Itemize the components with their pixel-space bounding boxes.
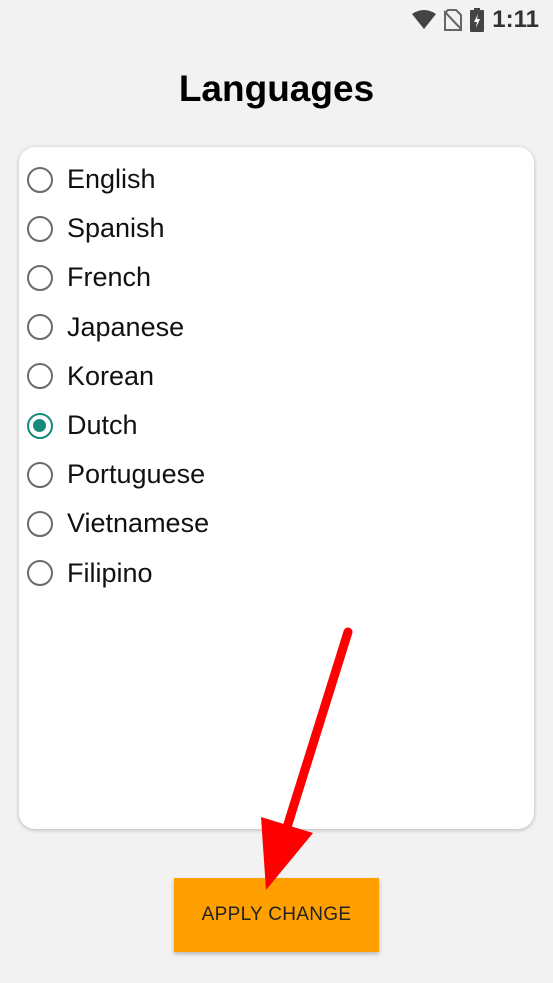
language-option-dutch[interactable]: Dutch [27, 401, 526, 450]
status-bar: 1:11 [0, 0, 553, 40]
radio-unchecked-icon[interactable] [27, 510, 53, 537]
language-list-card: English Spanish French Japanese Korean Dutch P… [19, 147, 534, 829]
status-time: 1:11 [492, 6, 539, 33]
language-option-label: English [67, 164, 156, 195]
language-option-label: Korean [67, 360, 155, 391]
radio-unchecked-icon[interactable] [27, 363, 53, 390]
language-option-portuguese[interactable]: Portuguese [27, 450, 526, 499]
language-option-label: Dutch [67, 410, 138, 441]
apply-change-button[interactable]: APPLY CHANGE [174, 878, 379, 952]
language-option-english[interactable]: English [27, 155, 526, 204]
wifi-icon [412, 10, 437, 30]
language-radio-group: English Spanish French Japanese Korean Dutch P… [27, 155, 526, 598]
language-option-japanese[interactable]: Japanese [27, 303, 526, 352]
radio-unchecked-icon[interactable] [27, 166, 53, 193]
language-option-filipino[interactable]: Filipino [27, 549, 526, 598]
no-sim-icon [444, 9, 463, 31]
language-option-french[interactable]: French [27, 253, 526, 302]
radio-unchecked-icon[interactable] [27, 264, 53, 291]
language-option-label: Portuguese [67, 459, 206, 490]
language-option-korean[interactable]: Korean [27, 352, 526, 401]
language-option-label: French [67, 262, 152, 293]
page-title: Languages [178, 68, 375, 109]
radio-checked-icon[interactable] [27, 412, 53, 439]
radio-unchecked-icon[interactable] [27, 215, 53, 242]
language-option-label: Filipino [67, 557, 153, 588]
radio-unchecked-icon[interactable] [27, 461, 53, 488]
radio-unchecked-icon[interactable] [27, 314, 53, 341]
language-option-spanish[interactable]: Spanish [27, 204, 526, 253]
language-option-label: Vietnamese [67, 508, 210, 539]
radio-unchecked-icon[interactable] [27, 560, 53, 587]
language-option-label: Spanish [67, 213, 165, 244]
language-option-label: Japanese [67, 311, 185, 342]
battery-charging-icon [470, 8, 485, 32]
language-option-vietnamese[interactable]: Vietnamese [27, 499, 526, 548]
